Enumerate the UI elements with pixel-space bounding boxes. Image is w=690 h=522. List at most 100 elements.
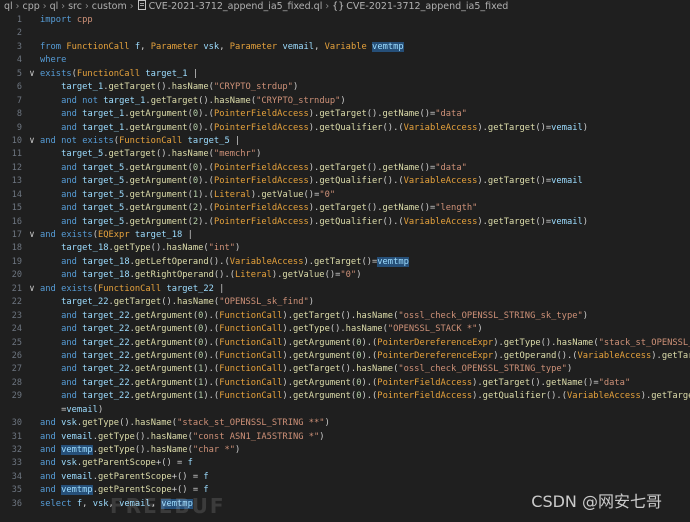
code-line[interactable]: 12 and target_5.getArgument(0).(PointerF… (0, 162, 690, 175)
chevron-right-icon: › (15, 1, 20, 12)
breadcrumb-item-custom[interactable]: custom (92, 1, 127, 12)
line-number: 5 (16, 68, 22, 79)
breadcrumb-file[interactable]: CVE-2021-3712_append_ia5_fixed.ql (149, 1, 323, 12)
code-line[interactable]: 27 and target_22.getArgument(1).(Functio… (0, 363, 690, 376)
line-number: 6 (16, 82, 22, 93)
code-line[interactable]: 24 and target_22.getArgument(0).(Functio… (0, 323, 690, 336)
breadcrumb-item-src[interactable]: src (68, 1, 82, 12)
code-text: and target_5.getArgument(2).(PointerFiel… (61, 203, 478, 214)
code-text: and vsk.getType().hasName("stack_st_OPEN… (40, 418, 330, 429)
line-number: 32 (11, 445, 22, 455)
code-text: and vemail.getParentScope+() = f (40, 471, 209, 482)
code-text: and target_5.getArgument(0).(PointerFiel… (61, 162, 467, 173)
line-number: 14 (11, 189, 22, 200)
line-number: 15 (11, 203, 22, 214)
code-text: target_22.getTarget().hasName("OPENSSL_s… (61, 297, 315, 308)
fold-chevron-icon[interactable]: ∨ (27, 68, 37, 81)
fold-chevron-icon[interactable]: ∨ (27, 283, 37, 296)
breadcrumb-symbol[interactable]: CVE-2021-3712_append_ia5_fixed (346, 1, 508, 12)
code-line[interactable]: 14 and target_5.getArgument(1).(Literal)… (0, 189, 690, 202)
breadcrumb-item-ql[interactable]: ql (4, 1, 13, 12)
code-line[interactable]: 25 and target_22.getArgument(0).(Functio… (0, 337, 690, 350)
code-text: and target_22.getArgument(1).(FunctionCa… (61, 364, 573, 375)
line-number: 16 (11, 216, 22, 227)
code-text: and target_18.getRightOperand().(Literal… (61, 270, 362, 281)
chevron-right-icon: › (129, 1, 134, 12)
code-text: and target_22.getArgument(0).(FunctionCa… (61, 337, 690, 348)
line-number: 10 (11, 135, 22, 146)
code-line[interactable]: 4 where (0, 54, 690, 67)
line-number: 24 (11, 324, 22, 335)
code-line[interactable]: 15 and target_5.getArgument(2).(PointerF… (0, 202, 690, 215)
line-number: 12 (11, 162, 22, 173)
line-number: 18 (11, 243, 22, 254)
line-number: 28 (11, 377, 22, 388)
code-line[interactable]: =vemail) (0, 404, 690, 417)
code-line[interactable]: 6 target_1.getTarget().hasName("CRYPTO_s… (0, 81, 690, 94)
code-line[interactable]: 26 and target_22.getArgument(0).(Functio… (0, 350, 690, 363)
fold-chevron-icon[interactable]: ∨ (27, 135, 37, 148)
line-number: 19 (11, 256, 22, 267)
code-line[interactable]: 13 and target_5.getArgument(0).(PointerF… (0, 175, 690, 188)
breadcrumb-item-ql-2[interactable]: ql (50, 1, 59, 12)
line-number: 26 (11, 350, 22, 361)
code-line[interactable]: 30 and vsk.getType().hasName("stack_st_OP… (0, 417, 690, 430)
code-line[interactable]: 19 and target_18.getLeftOperand().(Varia… (0, 256, 690, 269)
fold-chevron-icon[interactable]: ∨ (27, 229, 37, 242)
line-number: 21 (11, 283, 22, 294)
line-number: 34 (11, 471, 22, 482)
code-text: and not exists(FunctionCall target_5 | (40, 135, 241, 146)
line-number: 1 (16, 15, 22, 25)
code-line[interactable]: 11 target_5.getTarget().hasName("memchr"… (0, 148, 690, 161)
code-line[interactable]: 18 target_18.getType().hasName("int") (0, 242, 690, 255)
line-number: 8 (16, 109, 22, 120)
line-number: 9 (16, 122, 22, 133)
faded-watermark-logo: FREEBUF (110, 494, 226, 518)
code-line[interactable]: 10 ∨ and not exists(FunctionCall target_5 … (0, 135, 690, 148)
code-text: and target_5.getArgument(0).(PointerFiel… (61, 176, 583, 187)
code-text: and vemtmp.getType().hasName("char *") (40, 445, 241, 455)
code-editor[interactable]: 1 import cpp 2 3 from FunctionCall f, Parame… (0, 14, 690, 522)
code-line[interactable]: 31 and vemail.getType().hasName("const AS… (0, 431, 690, 444)
code-line[interactable]: 23 and target_22.getArgument(0).(Functio… (0, 310, 690, 323)
code-line[interactable]: 7 and not target_1.getTarget().hasName("… (0, 95, 690, 108)
code-line[interactable]: 34 and vemail.getParentScope+() = f (0, 471, 690, 484)
chevron-right-icon: › (42, 1, 47, 12)
code-text: exists(FunctionCall target_1 | (40, 68, 199, 79)
line-number: 20 (11, 270, 22, 281)
code-line[interactable]: 32 and vemtmp.getType().hasName("char *") (0, 444, 690, 457)
code-text: and target_22.getArgument(0).(FunctionCa… (61, 350, 690, 361)
code-line[interactable]: 16 and target_5.getArgument(2).(PointerF… (0, 216, 690, 229)
code-line[interactable]: 33 and vsk.getParentScope+() = f (0, 457, 690, 470)
code-text: and target_5.getArgument(2).(PointerFiel… (61, 216, 589, 227)
file-icon (137, 0, 146, 10)
code-line[interactable]: 29 and target_22.getArgument(1).(Functio… (0, 390, 690, 403)
code-line[interactable]: 9 and target_1.getArgument(0).(PointerFi… (0, 122, 690, 135)
code-text: and target_18.getLeftOperand().(Variable… (61, 256, 409, 267)
breadcrumb-item-cpp[interactable]: cpp (22, 1, 39, 12)
code-text: and exists(EQExpr target_18 | (40, 230, 193, 240)
code-line[interactable]: 1 import cpp (0, 14, 690, 27)
line-number: 33 (11, 458, 22, 469)
code-line[interactable]: 20 and target_18.getRightOperand().(Lite… (0, 269, 690, 282)
code-text: =vemail) (40, 404, 104, 415)
code-line[interactable]: 28 and target_22.getArgument(1).(Functio… (0, 377, 690, 390)
code-line[interactable]: 21 ∨ and exists(FunctionCall target_22 | (0, 283, 690, 296)
code-line[interactable]: 2 (0, 27, 690, 40)
code-line[interactable]: 8 and target_1.getArgument(0).(PointerFi… (0, 108, 690, 121)
code-text: and target_22.getArgument(1).(FunctionCa… (61, 391, 690, 402)
line-number: 7 (16, 95, 22, 106)
line-number: 25 (11, 337, 22, 348)
chevron-right-icon: › (325, 1, 330, 12)
code-line[interactable]: 5 ∨ exists(FunctionCall target_1 | (0, 68, 690, 81)
code-text: and not target_1.getTarget().hasName("CR… (61, 95, 346, 106)
line-number: 4 (16, 55, 22, 66)
code-text: and vemail.getType().hasName("const ASN1… (40, 431, 325, 442)
line-number: 11 (11, 149, 22, 160)
code-line[interactable]: 17 ∨ and exists(EQExpr target_18 | (0, 229, 690, 242)
code-line[interactable]: 22 target_22.getTarget().hasName("OPENSS… (0, 296, 690, 309)
code-text: and vsk.getParentScope+() = f (40, 458, 193, 469)
code-line[interactable]: 3 from FunctionCall f, Parameter vsk, Par… (0, 41, 690, 54)
watermark: CSDN @网安七哥 (531, 492, 662, 511)
code-text: and target_22.getArgument(0).(FunctionCa… (61, 324, 483, 335)
